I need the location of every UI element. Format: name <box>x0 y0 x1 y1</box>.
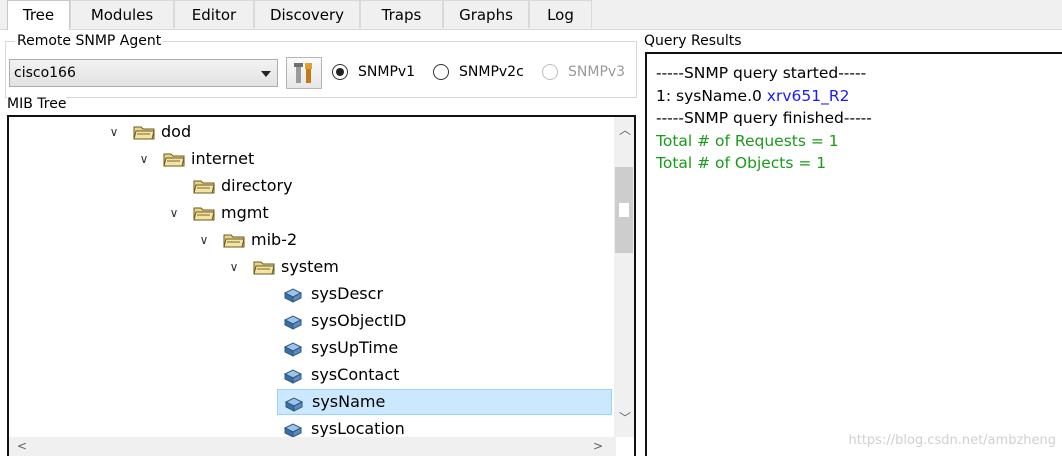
result-value: xrv651_R2 <box>766 87 850 105</box>
tab-editor[interactable]: Editor <box>174 0 254 28</box>
tree-node[interactable]: ∨ dod <box>9 119 609 145</box>
tree-node-label: sysContact <box>311 365 400 384</box>
scroll-thumb[interactable] <box>615 167 633 253</box>
result-oid: 1: sysName.0 <box>656 87 762 105</box>
tab-tree[interactable]: Tree <box>7 0 70 30</box>
chevron-down-icon[interactable]: ∨ <box>107 119 121 145</box>
horizontal-scrollbar[interactable]: < > <box>9 437 616 456</box>
agent-select-value: cisco166 <box>14 65 76 81</box>
tree-node-label: directory <box>221 176 293 195</box>
mib-leaf-icon <box>283 423 303 438</box>
tree-node-label: dod <box>161 122 192 141</box>
total-objects-line: Total # of Objects = 1 <box>656 154 827 172</box>
mib-leaf-icon <box>283 342 303 357</box>
chevron-down-icon <box>261 71 271 77</box>
mib-leaf-icon <box>284 397 304 412</box>
snmpv1-label: SNMPv1 <box>358 64 416 80</box>
tree-node-label: mib-2 <box>251 230 298 249</box>
agent-select[interactable]: cisco166 <box>9 59 278 87</box>
mib-leaf-icon <box>283 369 303 384</box>
mib-tree[interactable]: ∨ dod ∨ internet directory ∨ mgmt ∨ mib-2 ∨ system… <box>7 115 636 456</box>
remote-agent-label: Remote SNMP Agent <box>15 33 164 49</box>
tree-node[interactable]: sysUpTime <box>9 335 609 361</box>
mib-leaf-icon <box>283 288 303 303</box>
chevron-down-icon[interactable]: ∨ <box>227 254 241 280</box>
vertical-scrollbar[interactable]: ︿ ﹀ <box>614 117 634 437</box>
scroll-up-icon[interactable]: ︿ <box>619 121 631 138</box>
snmpv1-radio[interactable] <box>332 64 348 80</box>
folder-icon <box>193 207 215 221</box>
query-started-line: -----SNMP query started----- <box>656 64 867 82</box>
chevron-down-icon[interactable]: ∨ <box>137 146 151 172</box>
chevron-down-icon[interactable]: ∨ <box>167 200 181 226</box>
tree-node-label: mgmt <box>221 203 269 222</box>
query-finished-line: -----SNMP query finished----- <box>656 109 872 127</box>
tab-log[interactable]: Log <box>529 0 592 28</box>
tab-discovery[interactable]: Discovery <box>254 0 360 28</box>
tree-node[interactable]: sysContact <box>9 362 609 388</box>
total-requests-line: Total # of Requests = 1 <box>656 132 839 150</box>
snmpv2c-label: SNMPv2c <box>459 64 524 80</box>
query-results-label: Query Results <box>644 33 742 49</box>
tree-node-label: sysObjectID <box>311 311 407 330</box>
scroll-left-icon[interactable]: < <box>17 439 27 453</box>
chevron-down-icon[interactable]: ∨ <box>197 227 211 253</box>
mib-tree-label: MIB Tree <box>7 96 67 112</box>
agent-properties-button[interactable] <box>286 57 322 89</box>
folder-icon <box>223 234 245 248</box>
wrench-screwdriver-icon <box>294 63 312 83</box>
tree-node-label: sysDescr <box>311 284 384 303</box>
tree-node[interactable]: sysDescr <box>9 281 609 307</box>
tab-graphs[interactable]: Graphs <box>443 0 529 28</box>
tree-node[interactable]: ∨ system <box>9 254 609 280</box>
tree-node-label: sysUpTime <box>311 338 399 357</box>
snmpv2c-radio[interactable] <box>433 64 449 80</box>
folder-icon <box>253 261 275 275</box>
tree-node[interactable]: ∨ mgmt <box>9 200 609 226</box>
tree-node[interactable]: sysName <box>277 389 612 415</box>
tree-node-label: sysName <box>312 392 386 411</box>
folder-icon <box>133 126 155 140</box>
tree-node[interactable]: directory <box>9 173 609 199</box>
tree-node-label: system <box>281 257 339 276</box>
folder-icon <box>163 153 185 167</box>
tab-traps[interactable]: Traps <box>360 0 443 28</box>
query-result-line: 1: sysName.0 xrv651_R2 <box>656 85 849 107</box>
tree-node[interactable]: ∨ internet <box>9 146 609 172</box>
scroll-right-icon[interactable]: > <box>593 439 603 453</box>
tree-node-label: internet <box>191 149 255 168</box>
query-results-panel[interactable]: -----SNMP query started----- 1: sysName.… <box>645 52 1062 456</box>
tree-node[interactable]: sysObjectID <box>9 308 609 334</box>
mib-leaf-icon <box>283 315 303 330</box>
snmpv3-label: SNMPv3 <box>568 64 626 80</box>
snmpv3-radio <box>542 64 558 80</box>
folder-icon <box>193 180 215 194</box>
scroll-down-icon[interactable]: ﹀ <box>619 409 631 426</box>
watermark: https://blog.csdn.net/ambzheng <box>848 433 1057 448</box>
tab-modules[interactable]: Modules <box>70 0 174 28</box>
tab-bar: Tree Modules Editor Discovery Traps Grap… <box>0 0 1062 30</box>
tree-node[interactable]: ∨ mib-2 <box>9 227 609 253</box>
